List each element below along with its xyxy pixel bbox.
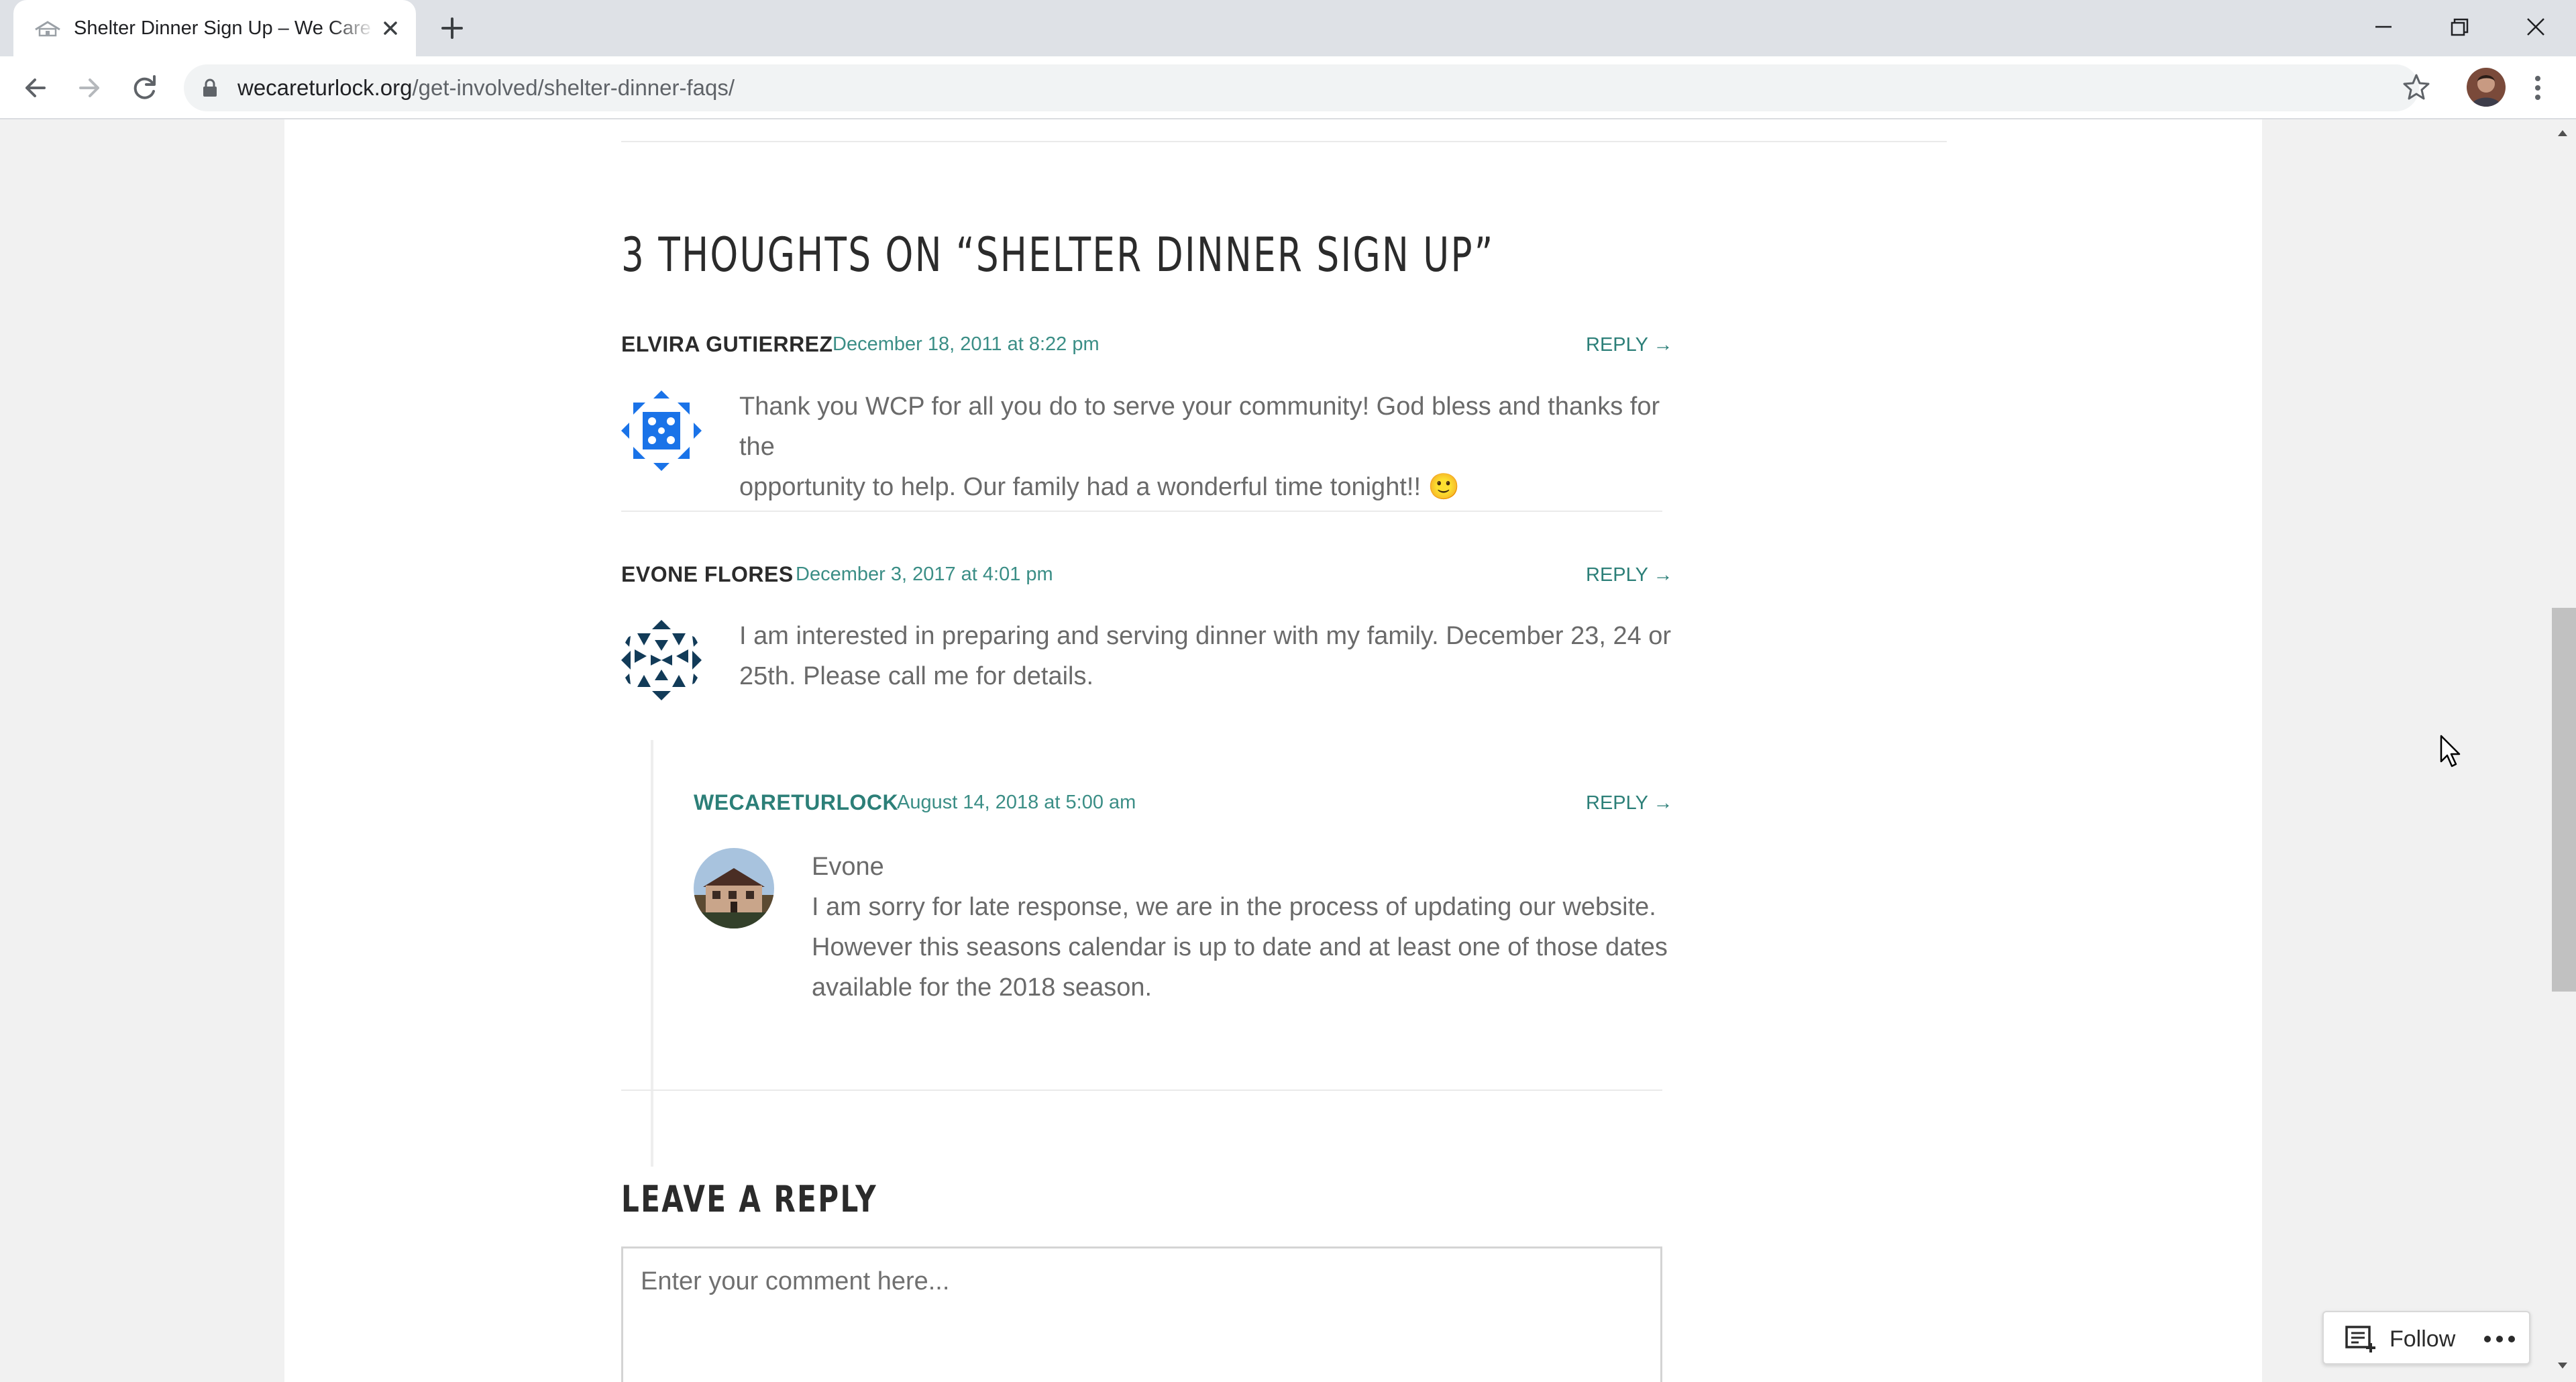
- comment-body: Thank you WCP for all you do to serve yo…: [739, 386, 1678, 507]
- address-bar[interactable]: wecareturlock.org/get-involved/shelter-d…: [184, 64, 2419, 111]
- follow-widget[interactable]: Follow: [2322, 1311, 2530, 1365]
- close-window-icon[interactable]: [2509, 5, 2563, 48]
- comment-text-line: 25th. Please call me for details.: [739, 662, 1094, 690]
- tab-strip: Shelter Dinner Sign Up – We Care Turlock: [0, 0, 2576, 56]
- reply-button[interactable]: REPLY →: [1586, 792, 1672, 814]
- comment-date[interactable]: December 18, 2011 at 8:22 pm: [833, 333, 1099, 356]
- mouse-cursor-icon: [2440, 735, 2461, 767]
- comment-separator: [621, 1089, 1662, 1091]
- new-tab-icon[interactable]: [436, 12, 468, 44]
- comment-separator: [621, 511, 1662, 512]
- comment-text-line: Evone: [812, 853, 884, 881]
- comments-heading: 3 THOUGHTS ON “SHELTER DINNER SIGN UP”: [621, 227, 1495, 282]
- comment-body: I am interested in preparing and serving…: [739, 616, 1678, 696]
- leave-reply-heading: LEAVE A REPLY: [621, 1178, 877, 1220]
- comment-body: Evone I am sorry for late response, we a…: [812, 847, 1684, 1008]
- more-options-icon[interactable]: [2482, 1328, 2517, 1350]
- site-admin-avatar: [694, 848, 774, 928]
- follow-reader-icon: [2345, 1326, 2375, 1352]
- url-text[interactable]: wecareturlock.org/get-involved/shelter-d…: [237, 74, 735, 101]
- commenter-avatar: [621, 390, 702, 471]
- comment-text-line: Thank you WCP for all you do to serve yo…: [739, 392, 1660, 461]
- vertical-scrollbar[interactable]: [2549, 119, 2576, 1382]
- comment-text-line: I am sorry for late response, we are in …: [812, 893, 1656, 921]
- close-tab-icon[interactable]: [376, 13, 405, 43]
- comment-date[interactable]: August 14, 2018 at 5:00 am: [897, 792, 1136, 814]
- forward-arrow-icon[interactable]: [68, 67, 110, 109]
- url-path: /get-involved/shelter-dinner-faqs/: [412, 75, 735, 100]
- content-area: 3 THOUGHTS ON “SHELTER DINNER SIGN UP” E…: [284, 119, 2262, 1382]
- restore-window-icon[interactable]: [2432, 5, 2485, 48]
- browser-chrome: Shelter Dinner Sign Up – We Care Turlock: [0, 0, 2576, 119]
- comment-date[interactable]: December 3, 2017 at 4:01 pm: [796, 564, 1053, 586]
- reply-button[interactable]: REPLY →: [1586, 334, 1672, 356]
- scroll-up-arrow-icon[interactable]: [2557, 129, 2568, 137]
- comment-author[interactable]: ELVIRA GUTIERREZ: [621, 332, 833, 357]
- comment-box: [621, 1246, 1662, 1382]
- comment-text-line: available for the 2018 season.: [812, 973, 1152, 1002]
- comment-author[interactable]: WECARETURLOCK: [694, 790, 898, 815]
- commenter-avatar: [621, 620, 702, 700]
- scroll-down-arrow-icon[interactable]: [2557, 1362, 2568, 1370]
- scrollbar-thumb[interactable]: [2552, 608, 2576, 992]
- minimize-window-icon[interactable]: [2357, 5, 2410, 48]
- tab-title: Shelter Dinner Sign Up – We Care Turlock: [74, 17, 376, 39]
- reload-icon[interactable]: [123, 67, 165, 109]
- url-host: wecareturlock.org: [237, 75, 413, 100]
- comment-text-line: opportunity to help. Our family had a wo…: [739, 473, 1460, 501]
- profile-avatar[interactable]: [2467, 68, 2506, 107]
- comment-author[interactable]: EVONE FLORES: [621, 562, 794, 587]
- comment-text-line: I am interested in preparing and serving…: [739, 622, 1672, 650]
- site-favicon-icon: [35, 21, 60, 37]
- bookmark-star-icon[interactable]: [2399, 70, 2434, 105]
- browser-menu-icon[interactable]: [2528, 71, 2548, 105]
- lock-icon[interactable]: [201, 78, 219, 98]
- reply-button[interactable]: REPLY →: [1586, 564, 1672, 586]
- browser-toolbar: wecareturlock.org/get-involved/shelter-d…: [0, 56, 2576, 119]
- active-tab[interactable]: Shelter Dinner Sign Up – We Care Turlock: [13, 0, 416, 56]
- follow-button[interactable]: Follow: [2390, 1326, 2455, 1352]
- page-viewport: 3 THOUGHTS ON “SHELTER DINNER SIGN UP” E…: [0, 119, 2549, 1382]
- comment-input[interactable]: [623, 1248, 1660, 1382]
- comment-text-line: However this seasons calendar is up to d…: [812, 933, 1668, 961]
- reply-thread-border: [651, 740, 653, 1167]
- divider: [621, 141, 1947, 142]
- back-arrow-icon[interactable]: [15, 67, 56, 109]
